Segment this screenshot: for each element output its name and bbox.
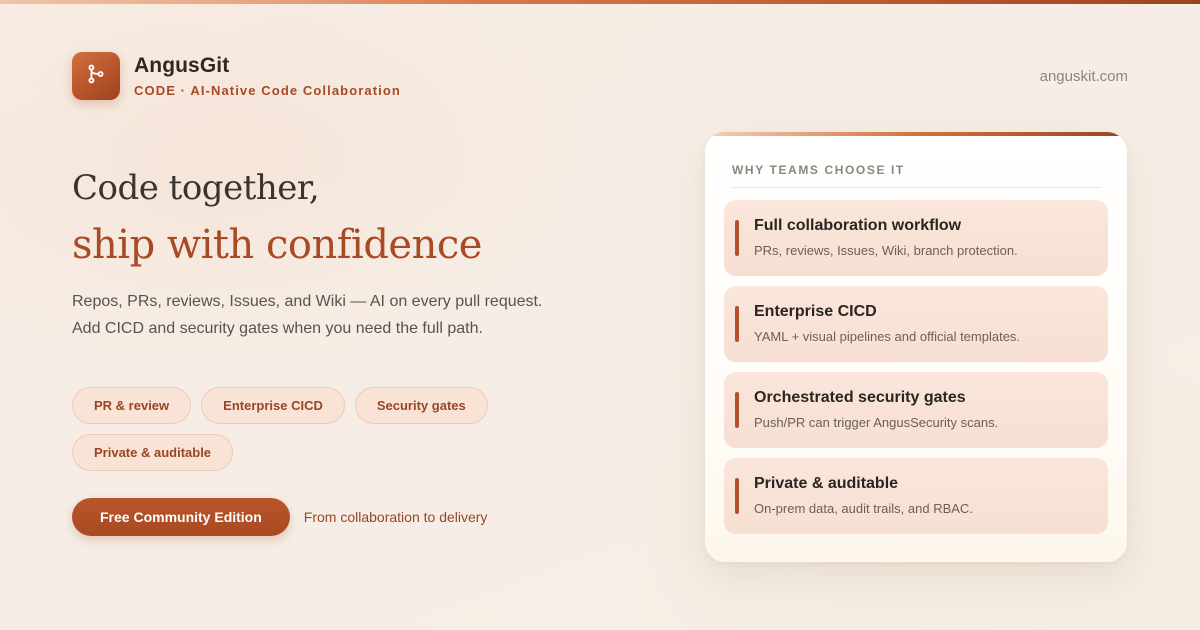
- feature-title: Full collaboration workflow: [754, 217, 962, 234]
- pill-security-gates[interactable]: Security gates: [354, 387, 488, 424]
- card-title: WHY TEAMS CHOOSE IT: [732, 163, 905, 177]
- top-accent-bar: [0, 0, 1200, 4]
- feature-title: Enterprise CICD: [754, 303, 877, 320]
- feature-title: Orchestrated security gates: [754, 389, 966, 406]
- hero-subtext: Repos, PRs, reviews, Issues, and Wiki — …: [72, 288, 592, 342]
- brand-tagline: CODE · AI-Native Code Collaboration: [134, 83, 401, 98]
- feature-item: Private & auditable On-prem data, audit …: [724, 458, 1108, 534]
- logo[interactable]: [72, 52, 120, 100]
- feature-description: Push/PR can trigger AngusSecurity scans.: [754, 415, 999, 430]
- feature-item: Enterprise CICD YAML + visual pipelines …: [724, 286, 1108, 362]
- cta-note: From collaboration to delivery: [303, 509, 488, 525]
- pill-enterprise-cicd[interactable]: Enterprise CICD: [201, 387, 345, 424]
- feature-pills: PR & review Enterprise CICD Security gat…: [72, 387, 552, 471]
- subtext-line-1: Repos, PRs, reviews, Issues, and Wiki — …: [72, 293, 543, 310]
- card-accent-bar: [705, 132, 1127, 136]
- feature-item: Full collaboration workflow PRs, reviews…: [724, 200, 1108, 276]
- feature-accent-bar: [735, 306, 739, 342]
- feature-title: Private & auditable: [754, 475, 899, 492]
- feature-description: PRs, reviews, Issues, Wiki, branch prote…: [754, 243, 1018, 258]
- why-teams-card: WHY TEAMS CHOOSE IT Full collaboration w…: [705, 132, 1127, 562]
- feature-description: On-prem data, audit trails, and RBAC.: [754, 501, 973, 516]
- subtext-line-2: Add CICD and security gates when you nee…: [72, 320, 483, 337]
- brand-header: AngusGit CODE · AI-Native Code Collabora…: [72, 52, 401, 100]
- pill-pr-review[interactable]: PR & review: [72, 387, 192, 424]
- headline-line-2: ship with confidence: [72, 222, 482, 268]
- cta-row: Free Community Edition From collaboratio…: [72, 498, 487, 536]
- feature-accent-bar: [735, 220, 739, 256]
- feature-description: YAML + visual pipelines and official tem…: [754, 329, 1021, 344]
- git-branch-icon: [85, 63, 107, 90]
- brand-name: AngusGit: [134, 54, 230, 77]
- community-edition-button[interactable]: Free Community Edition: [72, 498, 290, 536]
- card-divider: [732, 187, 1102, 188]
- feature-accent-bar: [735, 478, 739, 514]
- headline-line-1: Code together,: [72, 168, 320, 208]
- domain-link[interactable]: anguskit.com: [1040, 68, 1128, 85]
- feature-accent-bar: [735, 392, 739, 428]
- pill-private-auditable[interactable]: Private & auditable: [72, 434, 234, 471]
- feature-item: Orchestrated security gates Push/PR can …: [724, 372, 1108, 448]
